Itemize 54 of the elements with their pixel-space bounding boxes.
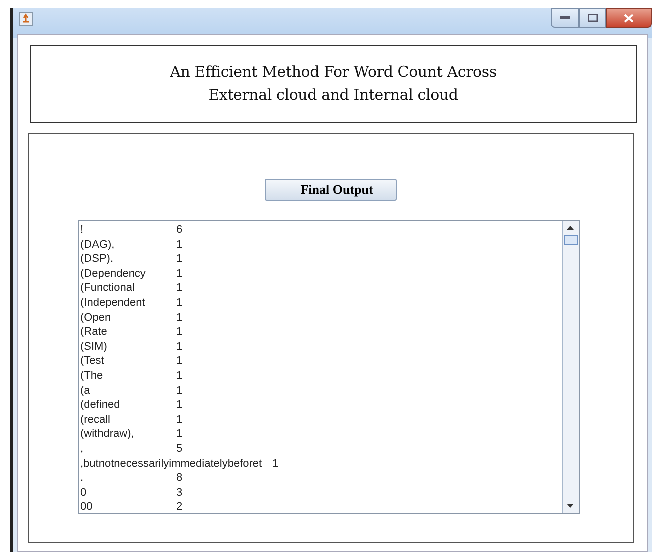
final-output-button[interactable]: Final Output <box>265 179 397 201</box>
count-text: 3 <box>176 486 183 499</box>
scroll-down-icon[interactable] <box>567 504 574 508</box>
word-text: (The <box>80 370 104 382</box>
word-text: ,butnotnecessarilyimmediatelybeforet <box>80 458 262 470</box>
count-text: 6 <box>176 224 183 236</box>
minimize-icon <box>560 16 570 20</box>
word-text: (Open <box>80 312 112 324</box>
count-text: 1 <box>176 414 183 426</box>
app-icon <box>19 12 33 26</box>
word-text: (withdraw), <box>80 428 134 440</box>
maximize-icon <box>588 14 598 22</box>
close-button[interactable] <box>606 8 652 28</box>
scrollbar[interactable] <box>562 221 578 513</box>
count-text: 1 <box>176 326 183 338</box>
word-text: , <box>80 442 84 455</box>
word-text: (Rate <box>80 326 108 338</box>
word-text: (Dependency <box>80 268 146 280</box>
title-text: An Efficient Method For Word Count Across <box>170 62 497 83</box>
scroll-thumb[interactable] <box>564 235 578 245</box>
count-text: 1 <box>176 370 183 382</box>
count-text: 1 <box>176 355 183 368</box>
word-text: (a <box>80 384 90 397</box>
word-text: (defined <box>80 399 120 412</box>
count-text: 1 <box>176 282 183 294</box>
word-text: (SIM) <box>80 340 108 353</box>
count-text: 1 <box>176 399 183 412</box>
word-text: (DAG), <box>80 238 115 251</box>
count-text: 5 <box>176 442 183 455</box>
count-text: 2 <box>176 501 183 513</box>
word-text: 00 <box>80 501 93 513</box>
word-text: (recall <box>80 414 110 426</box>
close-icon <box>624 14 634 22</box>
minimize-button[interactable] <box>551 8 579 28</box>
count-text: 1 <box>272 458 279 470</box>
word-text: (DSP). <box>80 253 114 266</box>
count-text: 1 <box>176 238 183 251</box>
count-text: 1 <box>176 296 183 309</box>
count-text: 1 <box>176 253 183 266</box>
count-text: 1 <box>176 312 183 324</box>
word-text: . <box>80 472 84 484</box>
count-text: 8 <box>176 472 183 484</box>
word-text: ! <box>80 224 84 236</box>
count-text: 1 <box>176 384 183 397</box>
maximize-button[interactable] <box>579 8 606 28</box>
title-text: External cloud and Internal cloud <box>208 85 458 106</box>
count-text: 1 <box>176 340 183 353</box>
word-text: (Test <box>80 355 104 368</box>
count-text: 1 <box>176 268 183 280</box>
word-text: 0 <box>80 486 87 499</box>
word-text: (Independent <box>80 296 146 309</box>
word-text: (Functional <box>80 282 135 294</box>
scroll-up-icon[interactable] <box>567 226 574 230</box>
count-text: 1 <box>176 428 183 440</box>
